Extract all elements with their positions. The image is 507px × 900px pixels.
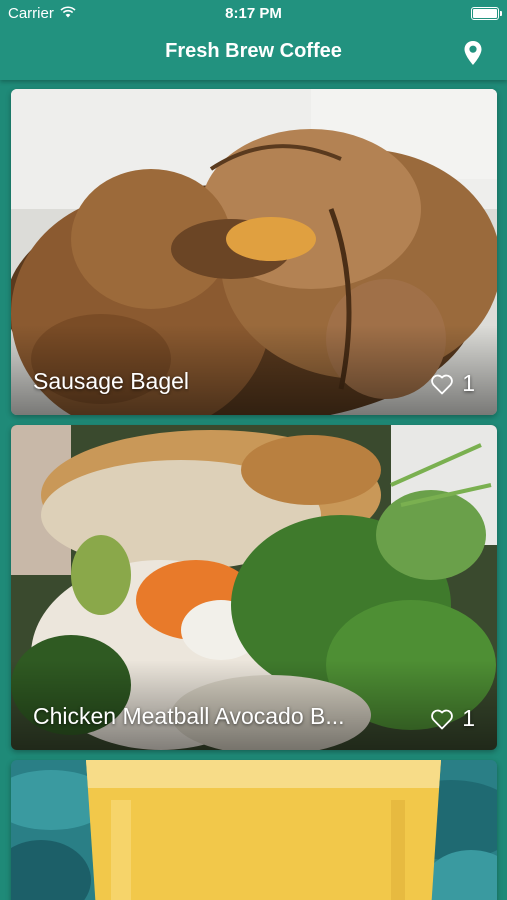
map-pin-icon[interactable] [461,38,485,68]
feed-card-chicken-meatball[interactable]: Chicken Meatball Avocado B... 1 [11,425,497,750]
battery-icon [471,7,502,20]
like-count: 1 [462,370,475,396]
like-button[interactable]: 1 [430,370,475,397]
like-count: 1 [462,705,475,731]
like-button[interactable]: 1 [430,705,475,732]
food-feed: Sausage Bagel 1 Chicken Meatball Avocado… [0,80,507,900]
feed-card-smoothie[interactable] [11,760,497,900]
status-bar: Carrier 8:17 PM [0,0,507,28]
card-title: Sausage Bagel [33,368,190,394]
app-header: Carrier 8:17 PM Fresh Brew Coffee [0,0,507,80]
heart-outline-icon [431,709,454,729]
card-title: Chicken Meatball Avocado B... [33,703,345,729]
smoothie-photo [11,760,497,900]
feed-card-sausage-bagel[interactable]: Sausage Bagel 1 [11,89,497,415]
status-time: 8:17 PM [225,5,282,22]
heart-outline-icon [431,374,454,394]
nav-title: Fresh Brew Coffee [165,40,342,62]
